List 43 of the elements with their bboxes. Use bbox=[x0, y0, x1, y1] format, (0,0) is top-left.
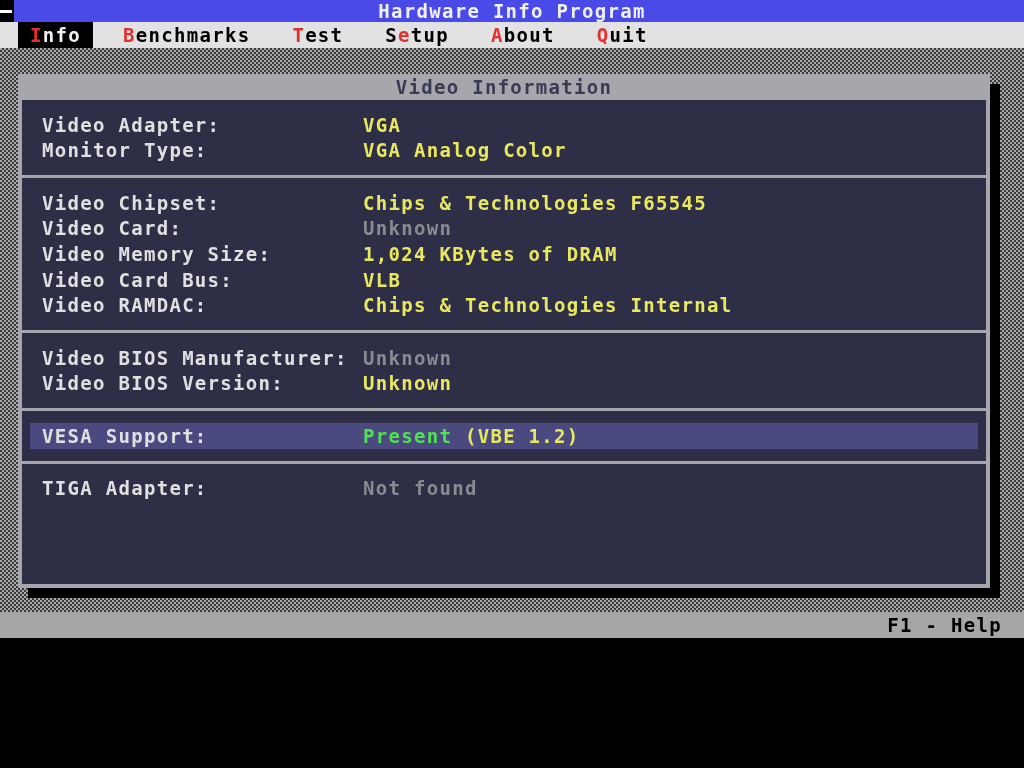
info-row[interactable]: Video Card Bus: VLB bbox=[30, 266, 978, 293]
field-label: Video Chipset: bbox=[41, 190, 222, 216]
info-row[interactable]: Video Memory Size: 1,024 KBytes of DRAM bbox=[30, 241, 978, 267]
field-label: TIGA Adapter: bbox=[41, 476, 209, 502]
field-label: Video BIOS Version: bbox=[41, 371, 286, 397]
field-value: Unknown bbox=[363, 216, 453, 242]
field-label: VESA Support: bbox=[41, 423, 209, 449]
system-menu-icon[interactable] bbox=[0, 0, 14, 22]
field-value: Unknown bbox=[363, 345, 453, 371]
field-value: Chips & Technologies F65545 bbox=[363, 190, 707, 216]
info-row[interactable]: Video BIOS Version: Unknown bbox=[30, 370, 978, 397]
menu-item[interactable]: Test bbox=[280, 22, 356, 48]
info-row[interactable]: Video Card: Unknown bbox=[30, 215, 978, 242]
window-title: Hardware Info Program bbox=[378, 1, 646, 21]
field-value: VLB bbox=[363, 267, 402, 293]
field-label: Video Card Bus: bbox=[41, 267, 235, 293]
menu-item[interactable]: I nfo bbox=[18, 22, 93, 48]
info-row[interactable]: Video RAMDAC: Chips & Technologies Internal bbox=[30, 292, 978, 319]
field-value: 1,024 KBytes of DRAM bbox=[363, 241, 618, 267]
menu-item[interactable]: About bbox=[479, 22, 567, 48]
field-value: Present (VBE 1.2) bbox=[363, 423, 580, 449]
menu-item[interactable]: Setup bbox=[373, 22, 462, 48]
info-row[interactable]: TIGA Adapter: Not found bbox=[30, 475, 978, 502]
help-hint: F1 - Help bbox=[887, 615, 1002, 635]
field-label: Video Adapter: bbox=[41, 112, 222, 138]
field-label: Monitor Type: bbox=[41, 138, 209, 164]
field-value: VGA Analog Color bbox=[363, 138, 567, 164]
field-value: VGA bbox=[363, 112, 402, 138]
info-row[interactable]: Video BIOS Manufacturer: Unknown bbox=[30, 345, 978, 371]
field-value: Unknown bbox=[363, 371, 453, 397]
field-value: Chips & Technologies Internal bbox=[363, 293, 733, 319]
field-label: Video Memory Size: bbox=[41, 241, 273, 267]
info-row[interactable]: Video Adapter: VGA bbox=[30, 112, 978, 138]
field-label: Video RAMDAC: bbox=[41, 293, 209, 319]
panel-title: Video Information bbox=[395, 77, 613, 97]
field-label: Video Card: bbox=[41, 216, 184, 242]
field-label: Video BIOS Manufacturer: bbox=[41, 345, 349, 371]
menu-item[interactable]: Quit bbox=[584, 22, 660, 48]
info-row[interactable]: Video Chipset: Chips & Technologies F65545 bbox=[30, 190, 978, 216]
info-row[interactable]: Monitor Type: VGA Analog Color bbox=[30, 137, 978, 164]
field-value: Not found bbox=[363, 476, 478, 502]
info-row[interactable]: VESA Support: Present (VBE 1.2) bbox=[30, 423, 978, 449]
menu-item[interactable]: Benchmarks bbox=[110, 22, 263, 48]
